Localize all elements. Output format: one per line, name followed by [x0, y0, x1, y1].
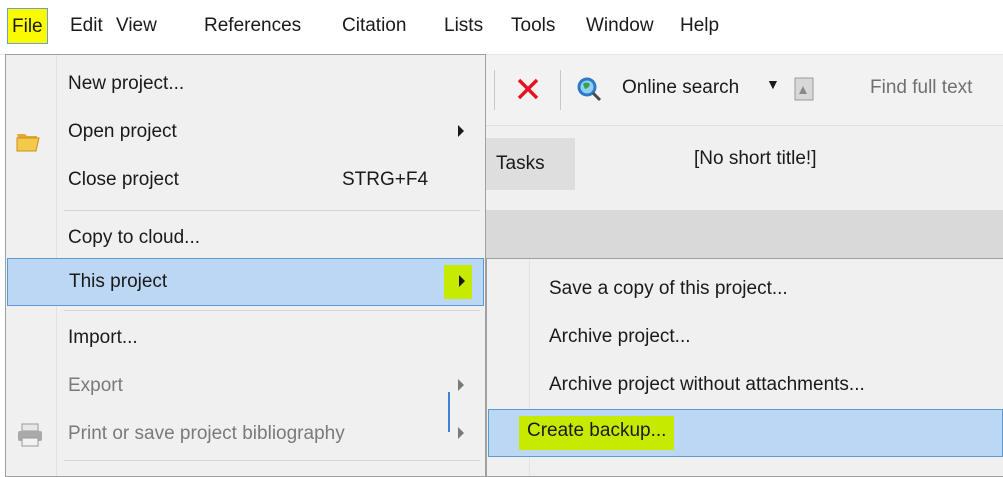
menu-item-label: Print or save project bibliography [68, 423, 345, 444]
submenu-item-archive-project[interactable]: Archive project... [487, 313, 1003, 361]
submenu-arrow-icon [458, 379, 464, 391]
menu-file[interactable]: File [7, 8, 48, 44]
menu-item-label: Copy to cloud... [68, 227, 201, 248]
toolbar-separator [560, 70, 561, 110]
menubar: File Edit View References Citation Lists… [0, 0, 1003, 55]
menu-help[interactable]: Help [676, 8, 723, 44]
menu-separator [64, 460, 480, 461]
menu-item-open-project[interactable]: Open project [6, 108, 485, 156]
menu-item-this-project[interactable]: This project [7, 258, 484, 306]
online-search-icon[interactable] [576, 76, 602, 102]
menu-item-label: Import... [68, 327, 138, 348]
menu-item-label: Archive project without attachments... [549, 374, 865, 395]
find-full-text-label[interactable]: Find full text [870, 77, 972, 99]
annotation-highlight [444, 265, 472, 299]
menu-window[interactable]: Window [582, 8, 658, 44]
menu-lists[interactable]: Lists [440, 8, 487, 44]
menu-item-print-bibliography[interactable]: Print or save project bibliography [6, 410, 485, 458]
menu-item-label: Export [68, 375, 123, 396]
submenu-item-create-backup[interactable]: Create backup... [488, 409, 1003, 457]
delete-icon[interactable] [513, 68, 543, 108]
menu-item-label: Close project [68, 169, 179, 190]
menu-item-new-project[interactable]: New project... [6, 60, 485, 108]
online-search-label[interactable]: Online search [622, 77, 739, 99]
menu-tools[interactable]: Tools [507, 8, 559, 44]
menu-item-export[interactable]: Export [6, 362, 485, 410]
shortcut-label: STRG+F4 [342, 169, 429, 190]
menu-separator [64, 310, 480, 311]
menu-item-label: Create backup... [519, 416, 675, 450]
submenu-arrow-icon [458, 125, 464, 137]
menu-item-copy-to-cloud[interactable]: Copy to cloud... [6, 214, 485, 262]
file-menu: New project... Open project Close projec… [5, 54, 486, 477]
menu-edit[interactable]: Edit [66, 8, 107, 44]
menu-item-import[interactable]: Import... [6, 314, 485, 362]
dropdown-caret-icon[interactable]: ▼ [766, 76, 780, 92]
submenu-arrow-icon [459, 275, 465, 287]
tab-tasks[interactable]: Tasks [486, 138, 575, 190]
submenu-item-archive-without-attachments[interactable]: Archive project without attachments... [487, 361, 1003, 409]
menu-item-label: This project [69, 271, 168, 292]
menu-item-label: Archive project... [549, 326, 691, 347]
menu-item-label: Open project [68, 121, 177, 142]
find-full-text-icon[interactable] [793, 76, 815, 102]
short-title: [No short title!] [694, 148, 817, 169]
menu-item-close-project[interactable]: Close project STRG+F4 [6, 156, 485, 204]
submenu-arrow-icon [458, 427, 464, 439]
toolbar-separator [494, 70, 495, 110]
menu-view[interactable]: View [112, 8, 161, 44]
menu-item-label: New project... [68, 73, 185, 94]
workspace-band [486, 210, 1003, 258]
menu-references[interactable]: References [200, 8, 305, 44]
this-project-submenu: Save a copy of this project... Archive p… [486, 258, 1003, 477]
submenu-item-save-copy[interactable]: Save a copy of this project... [487, 265, 1003, 313]
menu-item-label: Save a copy of this project... [549, 278, 788, 299]
menu-citation[interactable]: Citation [338, 8, 410, 44]
menu-separator [64, 210, 480, 211]
